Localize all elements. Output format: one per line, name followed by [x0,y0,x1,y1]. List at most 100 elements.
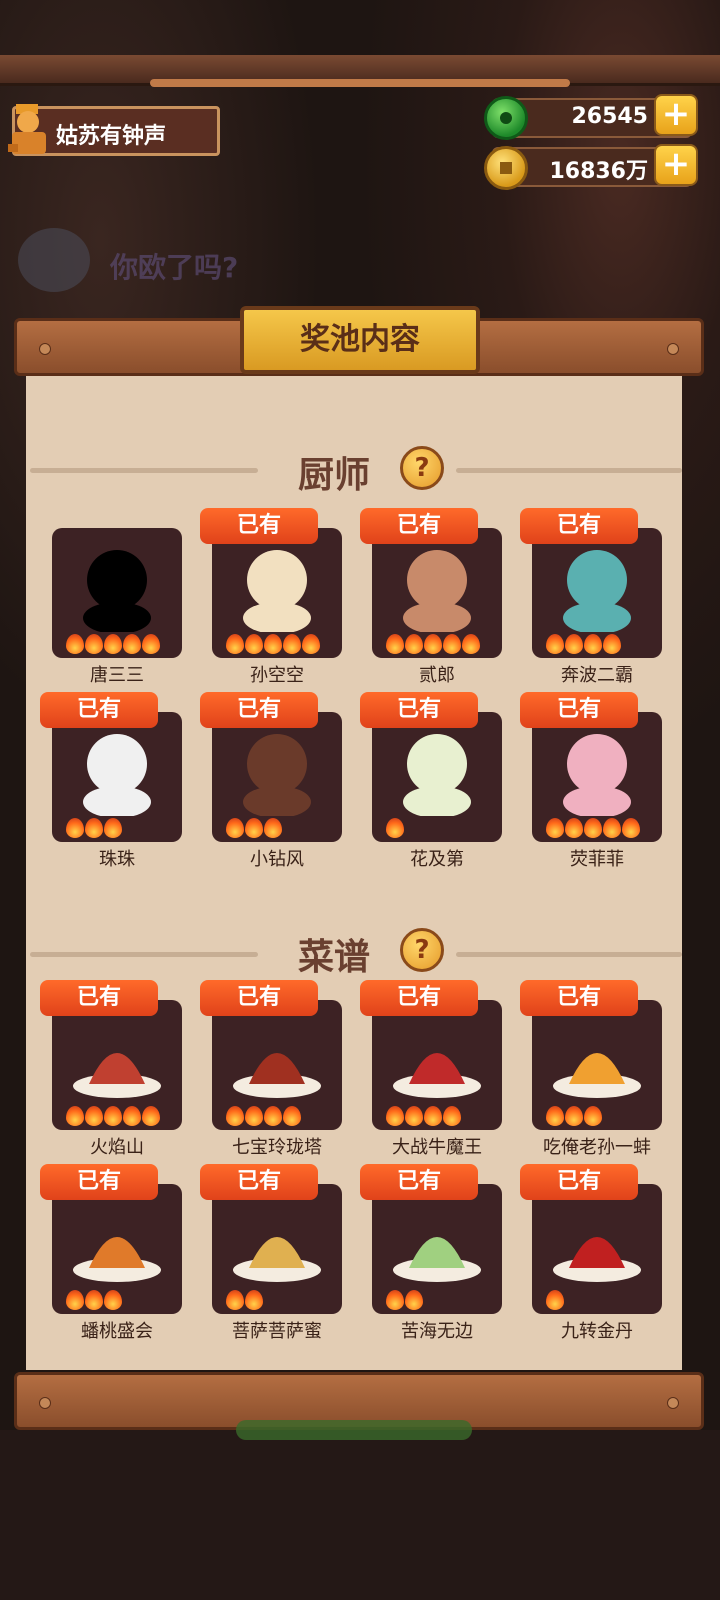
chef-name: 珠珠 [99,849,135,870]
flame-star-icon [226,1290,244,1310]
flame-star-icon [104,818,122,838]
coin-icon [484,146,528,190]
chef-name: 孙空空 [250,665,304,686]
flame-star-icon [85,818,103,838]
star-rating [386,1290,424,1312]
add-coins-button[interactable]: + [654,144,698,186]
recipe-card[interactable] [212,1184,342,1314]
flame-star-icon [565,634,583,654]
flame-star-icon [66,1290,84,1310]
recipe-name: 菩萨菩萨蜜 [232,1321,322,1342]
recipe-portrait-icon [233,1237,321,1282]
flame-star-icon [584,818,602,838]
star-rating [386,1106,462,1128]
star-rating [66,1106,161,1128]
recipe-card[interactable] [372,1184,502,1314]
chef-card[interactable] [52,528,182,658]
flame-star-icon [622,818,640,838]
owned-badge: 已有 [200,980,318,1016]
chefs-help-question-icon[interactable]: ? [400,446,444,490]
flame-star-icon [245,818,263,838]
owned-badge: 已有 [200,692,318,728]
flame-star-icon [85,1106,103,1126]
flame-star-icon [462,634,480,654]
chef-name: 荧菲菲 [570,849,624,870]
chefs-section-title: 厨师 [298,455,371,496]
owned-badge: 已有 [200,508,318,544]
star-rating [386,818,405,840]
flame-star-icon [245,1290,263,1310]
chef-name: 唐三三 [90,665,144,686]
owned-badge: 已有 [200,1164,318,1200]
recipe-name: 火焰山 [90,1137,144,1158]
chef-portrait-icon [243,550,311,632]
chef-card[interactable] [372,712,502,842]
coin-amount: 16836万 [549,159,648,184]
recipe-card[interactable] [212,1000,342,1130]
recipe-card[interactable] [52,1000,182,1130]
flame-star-icon [565,1106,583,1126]
owned-badge: 已有 [40,1164,158,1200]
flame-star-icon [386,818,404,838]
owned-badge: 已有 [520,1164,638,1200]
recipe-name: 苦海无边 [401,1321,473,1342]
chef-portrait-icon [83,734,151,816]
flame-star-icon [405,634,423,654]
star-rating [226,818,283,840]
chef-portrait-icon [563,734,631,816]
flame-star-icon [66,1106,84,1126]
jade-icon [484,96,528,140]
flame-star-icon [226,818,244,838]
flame-star-icon [603,634,621,654]
recipe-portrait-icon [553,1237,641,1282]
chef-portrait-icon [563,550,631,632]
recipe-name: 蟠桃盛会 [81,1321,153,1342]
recipe-portrait-icon [73,1053,161,1098]
recipes-help-question-icon[interactable]: ? [400,928,444,972]
hidden-action-button[interactable] [236,1420,472,1440]
owned-badge: 已有 [360,980,478,1016]
flame-star-icon [264,818,282,838]
player-avatar-icon [8,104,46,154]
flame-star-icon [66,634,84,654]
jade-amount: 26545 [571,104,648,129]
recipe-name: 七宝玲珑塔 [232,1137,322,1158]
chef-card[interactable] [532,528,662,658]
recipes-section-title: 菜谱 [298,937,371,978]
star-rating [226,1290,264,1312]
recipe-card[interactable] [52,1184,182,1314]
flame-star-icon [226,1106,244,1126]
chef-card[interactable] [212,712,342,842]
divider-left [30,952,258,957]
owned-badge: 已有 [40,692,158,728]
flame-star-icon [85,1290,103,1310]
recipe-name: 吃俺老孙一蚌 [543,1137,651,1158]
recipe-card[interactable] [532,1184,662,1314]
star-rating [226,634,321,656]
recipe-card[interactable] [532,1000,662,1130]
chef-portrait-icon [403,734,471,816]
flame-star-icon [584,634,602,654]
recipe-card[interactable] [372,1000,502,1130]
divider-right [456,468,682,473]
flame-star-icon [443,1106,461,1126]
add-jade-button[interactable]: + [654,94,698,136]
chef-card[interactable] [212,528,342,658]
owned-badge: 已有 [360,1164,478,1200]
flame-star-icon [405,1290,423,1310]
chef-card[interactable] [372,528,502,658]
recipe-portrait-icon [393,1053,481,1098]
flame-star-icon [386,634,404,654]
flame-star-icon [386,1290,404,1310]
divider-left [30,468,258,473]
flame-star-icon [546,1106,564,1126]
chef-name: 贰郎 [419,665,455,686]
recipe-name: 大战牛魔王 [392,1137,482,1158]
chef-card[interactable] [532,712,662,842]
owned-badge: 已有 [360,508,478,544]
recipe-portrait-icon [233,1053,321,1098]
star-rating [546,1290,565,1312]
owned-badge: 已有 [520,508,638,544]
chef-card[interactable] [52,712,182,842]
flame-star-icon [66,818,84,838]
